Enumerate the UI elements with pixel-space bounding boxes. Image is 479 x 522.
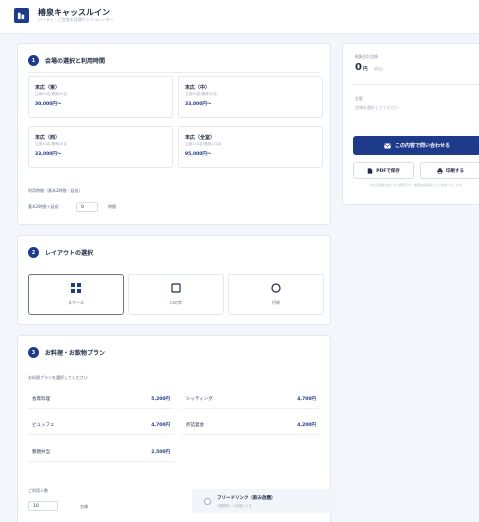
plan-name: 懇親弁当: [32, 450, 50, 455]
plan-price: 2,500円: [151, 450, 170, 455]
plan-price: 4,200円: [297, 423, 316, 428]
section-title: お料理・お飲物プラン: [45, 350, 106, 357]
guests-unit: 名様: [80, 504, 88, 509]
plan-option-orizume[interactable]: 折詰宴会 4,200円: [182, 416, 320, 435]
plan-price: 5,200円: [151, 397, 170, 402]
extension-hours-input[interactable]: 0: [76, 202, 98, 212]
layout-option-school[interactable]: スクール: [28, 274, 124, 315]
step-number-badge: 3: [28, 347, 39, 358]
building-logo-icon: [14, 8, 29, 23]
venue-capacity: 立食50名/着席40名: [35, 92, 67, 96]
layout-section: 2 レイアウトの選択 スクール ロの字 円卓: [17, 235, 331, 325]
venue-card-middle[interactable]: 末広（中） 立食40名/着席30名 33,000円〜: [178, 76, 323, 118]
time-unit: 時間: [108, 204, 116, 209]
plan-name: 折詰宴会: [186, 423, 204, 428]
plan-option-kaiseki[interactable]: 会席料理 5,200円: [28, 390, 174, 409]
layout-option-u-shape[interactable]: ロの字: [128, 274, 224, 315]
plan-name: 会席料理: [32, 397, 50, 402]
section-title: 会場の選択と利用時間: [45, 58, 106, 65]
free-drink-option[interactable]: フリードリンク（飲み放題） 2時間制・1名様につき: [192, 489, 339, 513]
venue-name: 末広（中）: [185, 85, 211, 91]
venue-card-all[interactable]: 末広（全室） 立食150名/着席120名 95,000円〜: [178, 126, 323, 168]
app-subtitle: パーティ・ご会食お見積りシミュレーター: [38, 17, 114, 22]
total-unit: 円: [362, 67, 368, 72]
venue-price: 33,000円〜: [185, 102, 212, 107]
plan-option-sitting[interactable]: シッティング 4,700円: [182, 390, 320, 409]
drink-note: 2時間制・1名様につき: [217, 504, 252, 508]
divider: [353, 84, 479, 85]
section-header: 2 レイアウトの選択: [28, 247, 93, 258]
total-label: 概算合計金額: [355, 54, 378, 59]
mail-icon: [384, 143, 391, 148]
venue-name: 末広（全室）: [185, 135, 216, 141]
plan-price: 4,700円: [151, 423, 170, 428]
venue-price: 95,000円〜: [185, 152, 212, 157]
food-plan-section: 3 お料理・お飲物プラン お料理プランを選択してください 会席料理 5,200円…: [17, 335, 339, 522]
venue-summary-value: 会場を選択してください: [355, 105, 399, 110]
venue-name: 末広（東）: [35, 85, 61, 91]
layout-label: 円卓: [272, 300, 280, 305]
save-pdf-button[interactable]: PDFで保存: [353, 162, 414, 179]
layout-label: スクール: [68, 300, 84, 305]
section-header: 3 お料理・お飲物プラン: [28, 347, 105, 358]
plan-option-buffet[interactable]: ビュッフェ 4,700円: [28, 416, 174, 435]
print-label: 印刷する: [446, 168, 464, 174]
divider: [28, 72, 320, 73]
pdf-label: PDFで保存: [376, 168, 400, 174]
time-prefix: 基本2時間＋延長: [28, 204, 59, 209]
print-button[interactable]: 印刷する: [420, 162, 479, 179]
venue-card-west[interactable]: 末広（西） 立食50名/着席40名 33,000円〜: [28, 126, 173, 168]
venue-card-east[interactable]: 末広（東） 立食50名/着席40名 30,000円〜: [28, 76, 173, 118]
venue-section: 1 会場の選択と利用時間 末広（東） 立食50名/着席40名 30,000円〜 …: [17, 43, 331, 225]
total-amount: 0円 （税込）: [355, 62, 385, 73]
time-label: 利用時間（基本2時間・延長）: [28, 188, 83, 193]
venue-capacity: 立食40名/着席30名: [185, 92, 217, 96]
guests-label: ご利用人数: [28, 488, 48, 493]
venue-price: 33,000円〜: [35, 152, 62, 157]
venue-capacity: 立食50名/着席40名: [35, 142, 67, 146]
square-icon: [171, 283, 181, 293]
plan-price: 4,700円: [297, 397, 316, 402]
drink-name: フリードリンク（飲み放題）: [217, 496, 276, 501]
venue-price: 30,000円〜: [35, 102, 62, 107]
venue-capacity: 立食150名/着席120名: [185, 142, 222, 146]
circle-icon: [271, 283, 281, 293]
layout-option-round-table[interactable]: 円卓: [228, 274, 324, 315]
tax-note: （税込）: [371, 67, 386, 71]
step-number-badge: 2: [28, 247, 39, 258]
section-header: 1 会場の選択と利用時間: [28, 55, 105, 66]
plan-option-bento[interactable]: 懇親弁当 2,500円: [28, 443, 174, 462]
total-value: 0: [355, 62, 362, 73]
guest-count-input[interactable]: 10: [28, 501, 58, 511]
venue-name: 末広（西）: [35, 135, 61, 141]
step-number-badge: 1: [28, 55, 39, 66]
venue-summary-label: 会場: [355, 96, 363, 101]
grid-icon: [71, 283, 81, 293]
summary-disclaimer: ※表示金額はあくまで概算です。詳細は担当者よりご案内いたします。: [369, 183, 465, 187]
summary-panel: 概算合計金額 0円 （税込） 会場 会場を選択してください この内容で問い合わせる…: [342, 43, 479, 205]
plan-instruction: お料理プランを選択してください: [28, 375, 88, 380]
inquire-label: この内容で問い合わせる: [394, 143, 450, 149]
radio-button[interactable]: [204, 498, 211, 505]
document-icon: [367, 167, 373, 174]
inquire-button[interactable]: この内容で問い合わせる: [353, 136, 479, 155]
plan-name: ビュッフェ: [32, 423, 55, 428]
layout-label: ロの字: [170, 300, 182, 305]
plan-name: シッティング: [186, 397, 213, 402]
printer-icon: [437, 167, 443, 174]
section-title: レイアウトの選択: [45, 250, 94, 257]
app-header: 椿泉キャッスルイン パーティ・ご会食お見積りシミュレーター: [0, 0, 479, 34]
